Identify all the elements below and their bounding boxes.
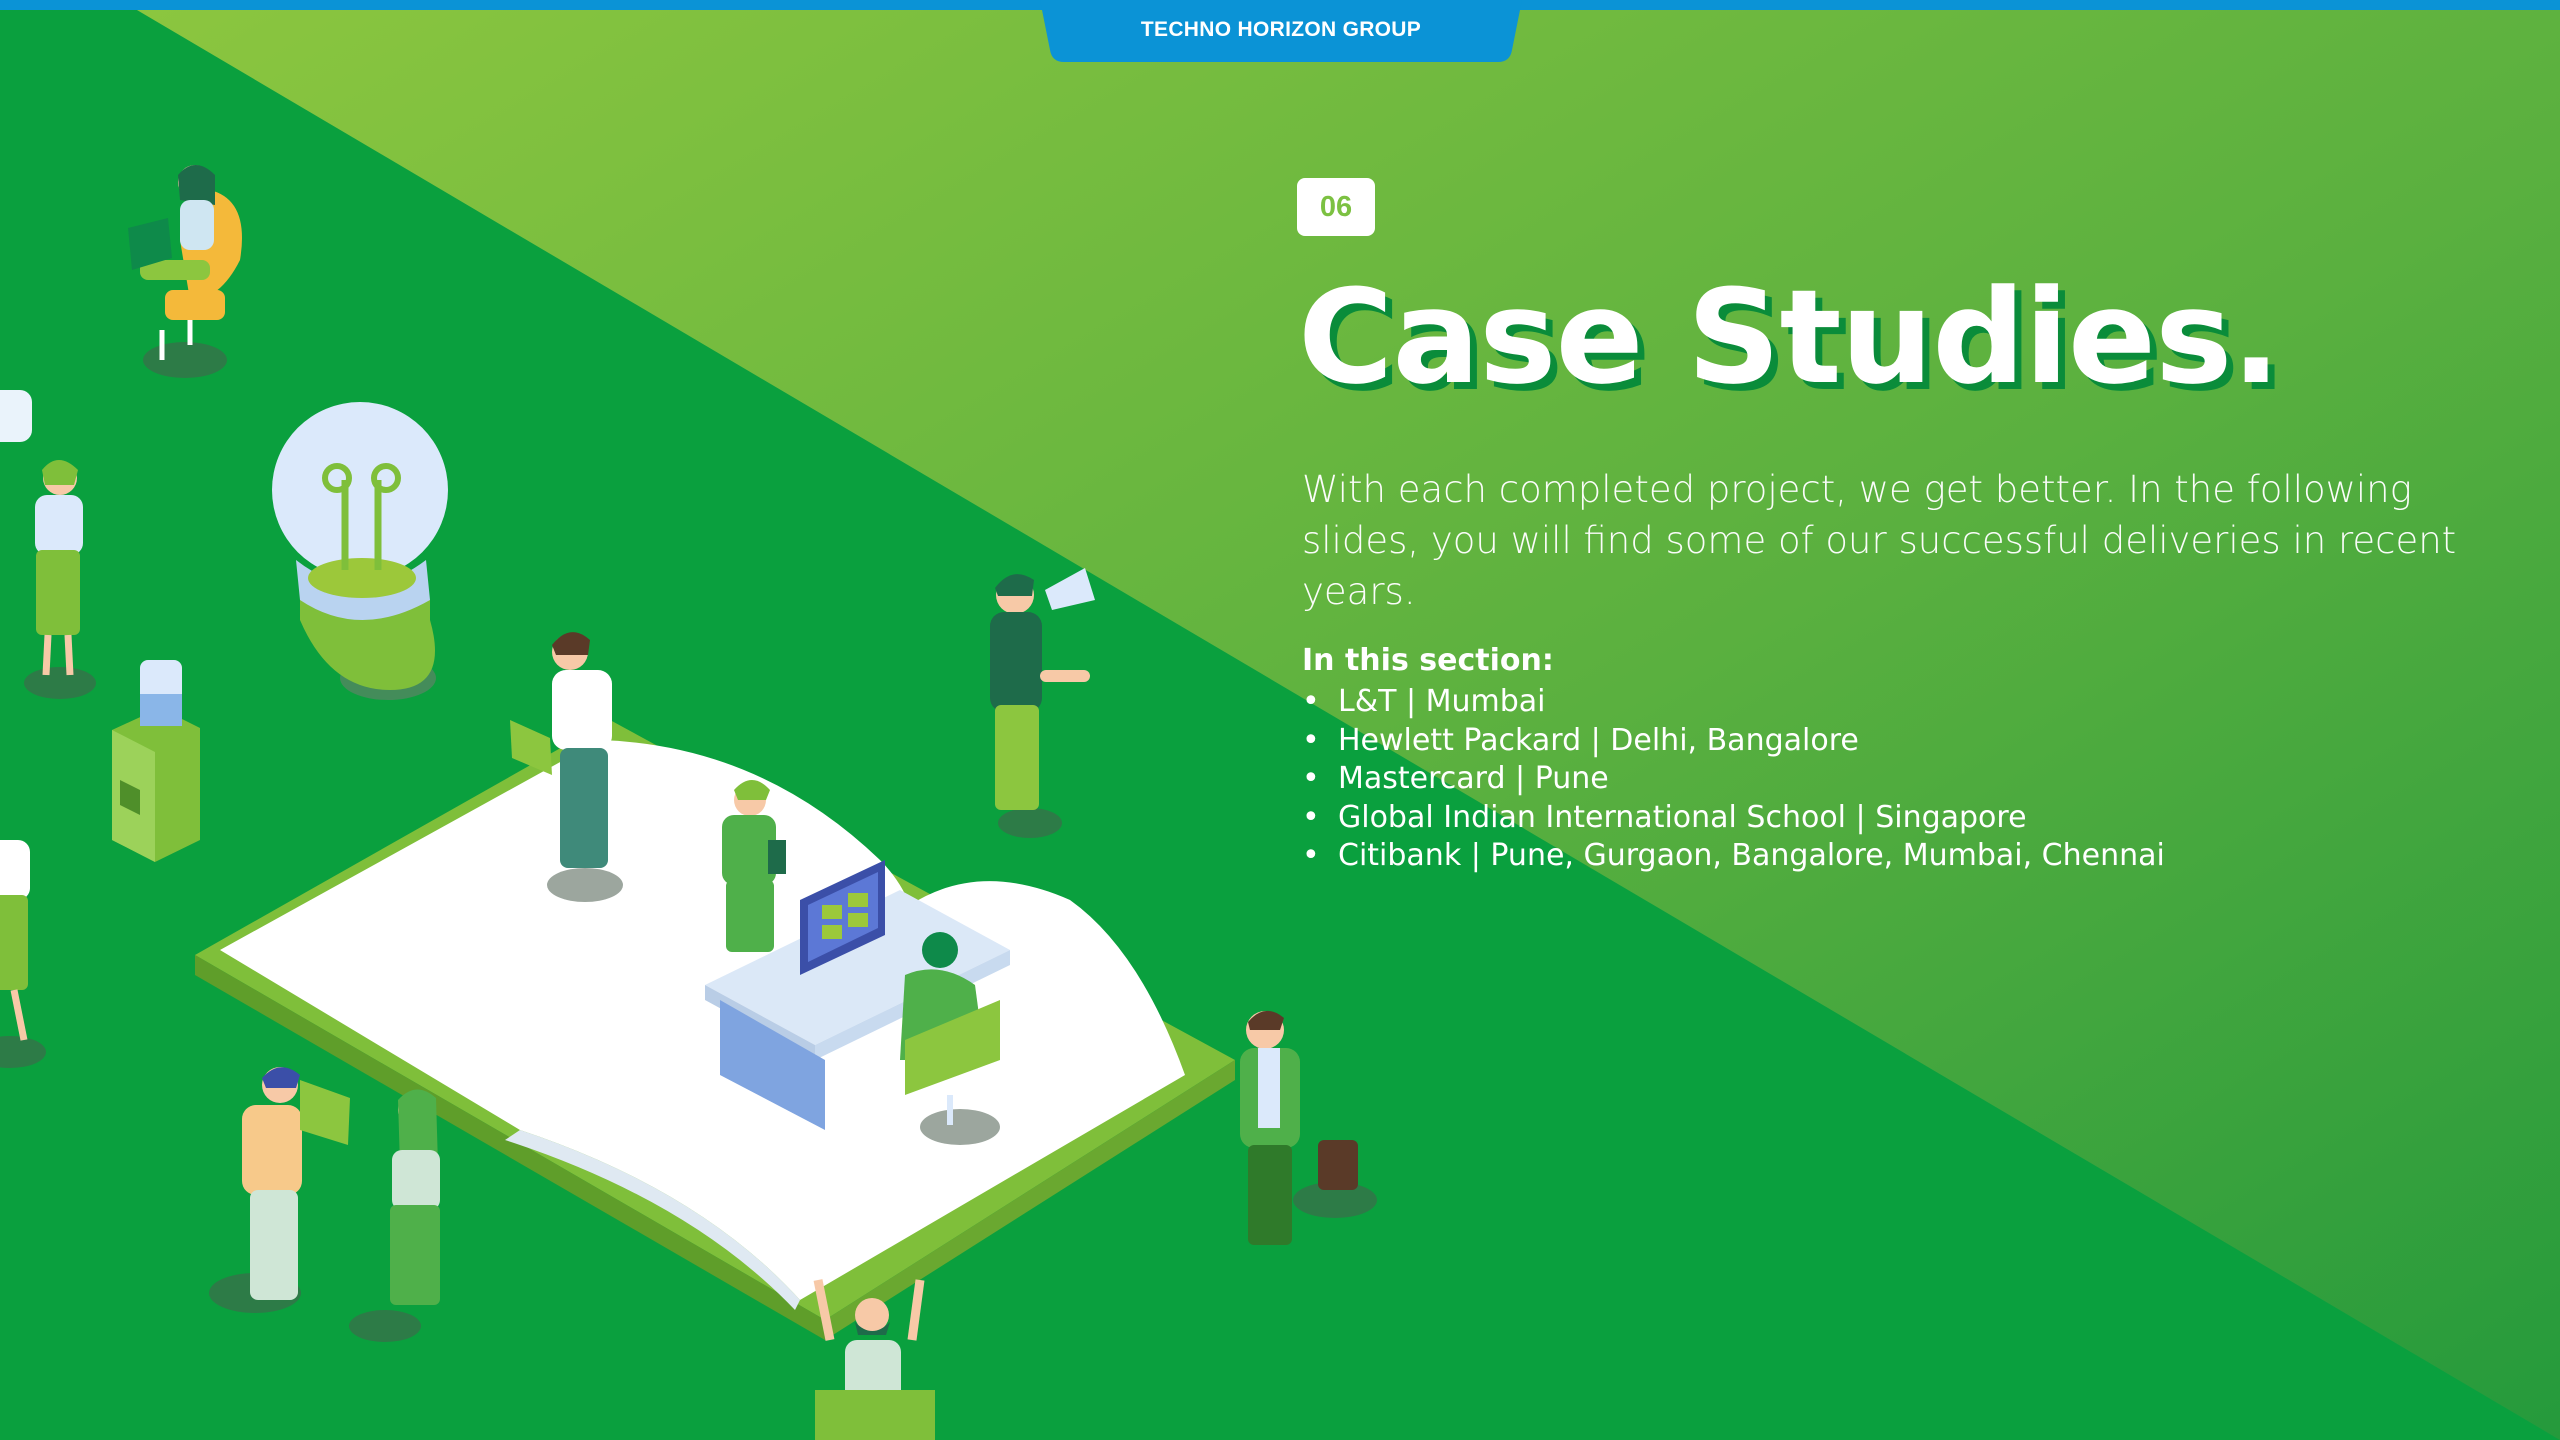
- list-item-label: L&T | Mumbai: [1338, 684, 1546, 719]
- case-study-list: • L&T | Mumbai • Hewlett Packard | Delhi, …: [1302, 683, 2165, 876]
- speech-bubble-icon: [0, 390, 32, 442]
- bullet-icon: •: [1302, 722, 1320, 758]
- bullet-icon: •: [1302, 761, 1320, 796]
- bullet-icon: •: [1302, 838, 1320, 873]
- section-number-badge: 06: [1297, 178, 1375, 236]
- list-item-label: Mastercard | Pune: [1338, 761, 1609, 796]
- bullet-icon: •: [1302, 799, 1320, 835]
- list-item-label: Global Indian International School | Sin…: [1338, 799, 2027, 835]
- header-title: TECHNO HORIZON GROUP: [1140, 18, 1422, 41]
- list-item: • Hewlett Packard | Delhi, Bangalore: [1302, 722, 2165, 761]
- header-tab: TECHNO HORIZON GROUP: [1040, 0, 1522, 62]
- page-title: Case Studies.: [1298, 261, 2281, 413]
- list-item: • Global Indian International School | Si…: [1302, 799, 2165, 838]
- bullet-icon: •: [1302, 684, 1320, 719]
- intro-text: With each completed project, we get bett…: [1302, 468, 2457, 613]
- list-item: • Mastercard | Pune: [1302, 760, 2165, 799]
- list-item: • L&T | Mumbai: [1302, 683, 2165, 722]
- background-illustration: [0, 0, 2560, 1440]
- slide: TECHNO HORIZON GROUP 06 Case Studies. Wi…: [0, 0, 2560, 1440]
- list-item-label: Hewlett Packard | Delhi, Bangalore: [1338, 722, 1859, 758]
- section-heading: In this section:: [1302, 643, 1554, 678]
- list-item-label: Citibank | Pune, Gurgaon, Bangalore, Mum…: [1338, 838, 2165, 873]
- list-item: • Citibank | Pune, Gurgaon, Bangalore, Mu…: [1302, 837, 2165, 876]
